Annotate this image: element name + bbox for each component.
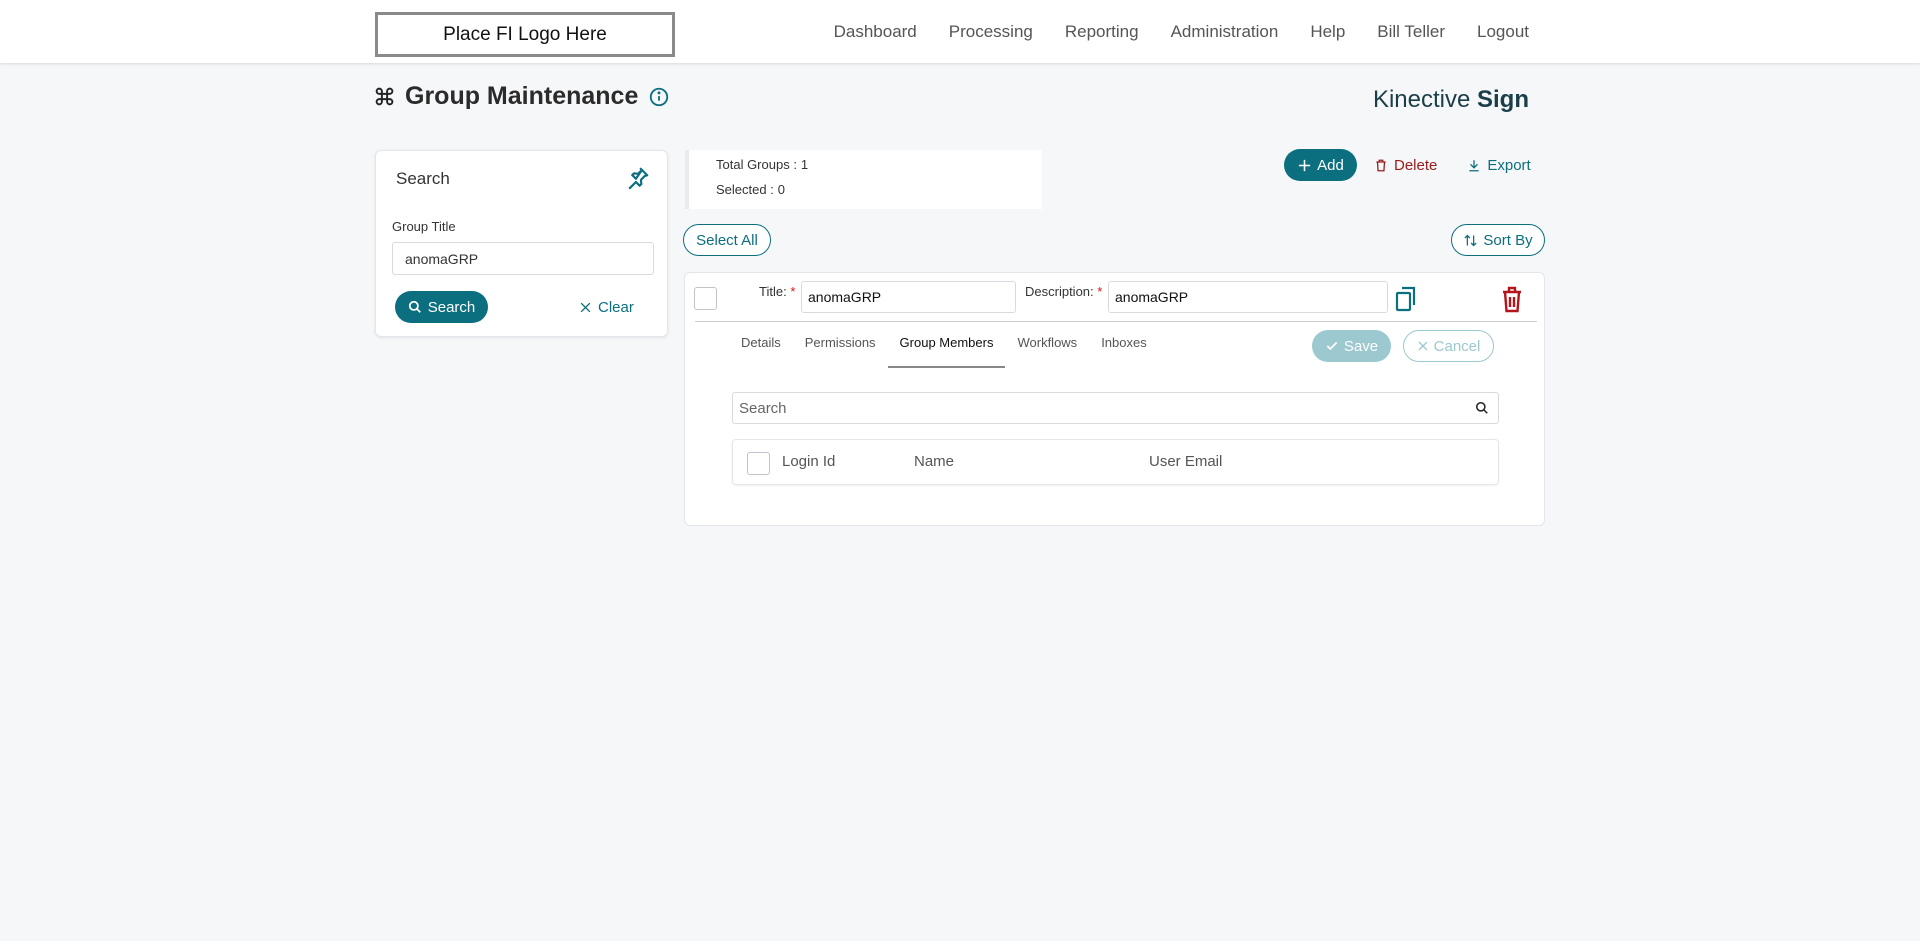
nav-user-menu[interactable]: Bill Teller (1377, 22, 1445, 42)
delete-button[interactable]: Delete (1374, 157, 1437, 174)
add-button-label: Add (1317, 156, 1344, 174)
export-button-label: Export (1487, 156, 1531, 174)
main-nav: Dashboard Processing Reporting Administr… (834, 0, 1529, 63)
search-panel: Search Group Title Search Clear (375, 150, 668, 337)
brand-logo: Kinective Sign (1373, 86, 1529, 114)
title-label: Title: * (759, 284, 796, 299)
group-title-input[interactable] (392, 242, 654, 275)
nav-administration[interactable]: Administration (1171, 22, 1279, 42)
selected-count: Selected : 0 (716, 181, 785, 197)
cancel-button[interactable]: Cancel (1403, 330, 1494, 362)
close-icon (580, 302, 591, 312)
sort-by-button[interactable]: Sort By (1451, 224, 1545, 256)
search-icon (408, 300, 421, 313)
nav-reporting[interactable]: Reporting (1065, 22, 1139, 42)
group-tabs: Details Permissions Group Members Workfl… (729, 331, 1159, 368)
description-input[interactable] (1108, 281, 1388, 313)
search-button[interactable]: Search (395, 291, 488, 323)
top-navbar: Place FI Logo Here Dashboard Processing … (0, 0, 1920, 63)
page-title: Group Maintenance (405, 82, 639, 110)
column-login-id[interactable]: Login Id (782, 453, 835, 470)
total-groups-value: 1 (800, 157, 809, 172)
export-button[interactable]: Export (1467, 156, 1531, 174)
fi-logo-placeholder[interactable]: Place FI Logo Here (375, 12, 675, 57)
column-user-email[interactable]: User Email (1149, 453, 1222, 470)
members-table-header: Login Id Name User Email (732, 439, 1499, 485)
search-panel-title: Search (396, 169, 450, 188)
brand-bold: Sign (1477, 86, 1529, 113)
tab-details[interactable]: Details (729, 331, 793, 368)
group-card: Title: * Description: * Details Permissi… (684, 272, 1545, 526)
group-select-checkbox[interactable] (694, 287, 717, 310)
copy-icon[interactable] (1394, 286, 1418, 317)
nav-logout[interactable]: Logout (1477, 22, 1529, 42)
tab-group-members[interactable]: Group Members (887, 331, 1006, 368)
member-search-input[interactable] (733, 393, 1498, 423)
search-icon[interactable] (1475, 401, 1489, 420)
add-button[interactable]: Add (1284, 149, 1357, 181)
delete-group-icon[interactable] (1501, 286, 1523, 318)
nav-help[interactable]: Help (1310, 22, 1345, 42)
toolbar-actions: Add Delete Export (1284, 149, 1531, 181)
save-button[interactable]: Save (1312, 330, 1391, 362)
delete-button-label: Delete (1394, 156, 1438, 174)
clear-button[interactable]: Clear (579, 291, 634, 323)
select-all-members-checkbox[interactable] (747, 452, 770, 475)
page-title-row: Group Maintenance (374, 82, 670, 111)
column-name[interactable]: Name (914, 453, 954, 470)
card-divider (695, 321, 1537, 322)
total-groups-label: Total Groups : (716, 157, 797, 172)
search-button-label: Search (427, 298, 476, 316)
title-input[interactable] (801, 281, 1016, 313)
check-icon (1326, 341, 1338, 351)
sort-by-label: Sort By (1483, 231, 1533, 249)
group-title-label: Group Title (392, 219, 456, 234)
description-label: Description: * (1025, 284, 1103, 299)
close-icon (1418, 341, 1428, 351)
command-icon (374, 86, 395, 107)
plus-icon (1299, 159, 1311, 171)
sort-icon (1464, 234, 1477, 246)
select-all-button[interactable]: Select All (683, 224, 771, 256)
brand-light: Kinective (1372, 86, 1471, 113)
info-icon[interactable] (648, 86, 670, 108)
member-search (732, 392, 1499, 424)
selected-value: 0 (777, 182, 785, 197)
tab-permissions[interactable]: Permissions (793, 331, 888, 368)
tab-inboxes[interactable]: Inboxes (1089, 331, 1159, 368)
total-groups: Total Groups : 1 (716, 156, 808, 172)
nav-dashboard[interactable]: Dashboard (834, 22, 917, 42)
selected-label: Selected : (716, 182, 774, 197)
nav-processing[interactable]: Processing (949, 22, 1033, 42)
save-button-label: Save (1343, 337, 1379, 355)
tab-workflows[interactable]: Workflows (1005, 331, 1089, 368)
trash-icon (1376, 159, 1386, 171)
groups-summary: Total Groups : 1 Selected : 0 (685, 150, 1042, 209)
pin-icon[interactable] (625, 165, 651, 196)
clear-button-label: Clear (598, 298, 634, 316)
cancel-button-label: Cancel (1433, 337, 1481, 355)
download-icon (1469, 159, 1480, 171)
